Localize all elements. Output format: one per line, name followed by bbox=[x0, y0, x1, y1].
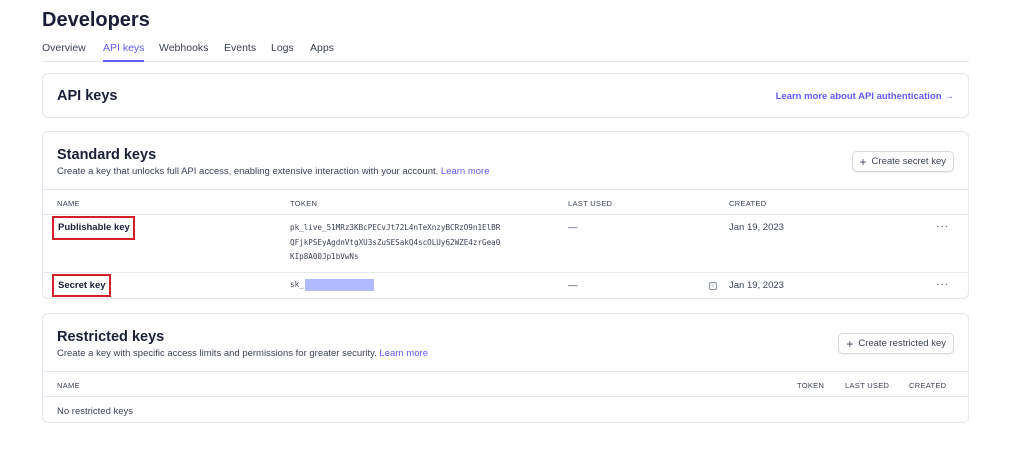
create-restricted-key-button[interactable]: + Create restricted key bbox=[838, 333, 954, 354]
key-name: Secret key bbox=[58, 280, 106, 291]
column-created: CREATED bbox=[909, 381, 947, 390]
page-title: Developers bbox=[42, 9, 150, 31]
restricted-keys-description: Create a key with specific access limits… bbox=[57, 348, 428, 359]
column-last-used: LAST USED bbox=[568, 199, 613, 208]
last-used: — bbox=[568, 222, 578, 233]
table-row: Publishable key pk_live_51MRz3KBcPECvJt7… bbox=[43, 216, 968, 272]
learn-api-auth-label: Learn more about API authentication bbox=[775, 91, 942, 102]
api-keys-title: API keys bbox=[57, 88, 118, 104]
tab-events[interactable]: Events bbox=[224, 42, 256, 62]
table-row: Secret key sk_ — i Jan 19, 2023 ··· bbox=[43, 273, 968, 300]
plus-icon: + bbox=[846, 336, 854, 351]
arrow-right-icon: → bbox=[944, 91, 955, 102]
more-options-icon[interactable]: ··· bbox=[936, 279, 949, 290]
tab-logs[interactable]: Logs bbox=[271, 42, 294, 62]
standard-keys-description-text: Create a key that unlocks full API acces… bbox=[57, 166, 439, 177]
plus-icon: + bbox=[859, 154, 867, 169]
standard-table-header: NAME TOKEN LAST USED CREATED bbox=[43, 189, 968, 215]
standard-keys-title: Standard keys bbox=[57, 147, 157, 163]
restricted-keys-description-text: Create a key with specific access limits… bbox=[57, 348, 377, 359]
tab-bar: Overview API keys Webhooks Events Logs A… bbox=[42, 42, 969, 62]
key-token-prefix: sk_ bbox=[290, 280, 304, 289]
create-restricted-key-label: Create restricted key bbox=[858, 338, 946, 349]
standard-keys-card: Standard keys Create a key that unlocks … bbox=[42, 131, 969, 299]
standard-keys-description: Create a key that unlocks full API acces… bbox=[57, 166, 490, 177]
last-used: — bbox=[568, 280, 578, 291]
info-icon[interactable]: i bbox=[709, 282, 717, 290]
column-created: CREATED bbox=[729, 199, 767, 208]
tab-api-keys[interactable]: API keys bbox=[103, 42, 145, 62]
learn-api-auth-link[interactable]: Learn more about API authentication → bbox=[776, 91, 954, 102]
column-last-used: LAST USED bbox=[845, 381, 890, 390]
tab-apps[interactable]: Apps bbox=[310, 42, 334, 62]
key-token[interactable]: sk_ bbox=[290, 278, 374, 293]
create-secret-key-button[interactable]: + Create secret key bbox=[851, 151, 954, 172]
column-name: NAME bbox=[57, 381, 80, 390]
restricted-keys-title: Restricted keys bbox=[57, 329, 165, 345]
redacted-token bbox=[304, 279, 374, 291]
created-date: Jan 19, 2023 bbox=[729, 280, 784, 291]
tab-webhooks[interactable]: Webhooks bbox=[159, 42, 208, 62]
standard-learn-more-link[interactable]: Learn more bbox=[441, 166, 490, 177]
more-options-icon[interactable]: ··· bbox=[936, 221, 949, 232]
restricted-learn-more-link[interactable]: Learn more bbox=[379, 348, 428, 359]
column-token: TOKEN bbox=[797, 381, 825, 390]
restricted-table-header: NAME TOKEN LAST USED CREATED bbox=[43, 371, 968, 397]
column-name: NAME bbox=[57, 199, 80, 208]
key-token[interactable]: pk_live_51MRz3KBcPECvJt72L4nTeXnzyBCRzO9… bbox=[290, 221, 500, 265]
restricted-keys-card: Restricted keys Create a key with specif… bbox=[42, 313, 969, 423]
empty-state-text: No restricted keys bbox=[57, 406, 134, 417]
tab-overview[interactable]: Overview bbox=[42, 42, 86, 62]
column-token: TOKEN bbox=[290, 199, 318, 208]
api-keys-header-card: API keys Learn more about API authentica… bbox=[42, 73, 969, 118]
created-date: Jan 19, 2023 bbox=[729, 222, 784, 233]
key-name: Publishable key bbox=[58, 222, 130, 233]
create-secret-key-label: Create secret key bbox=[871, 156, 946, 167]
